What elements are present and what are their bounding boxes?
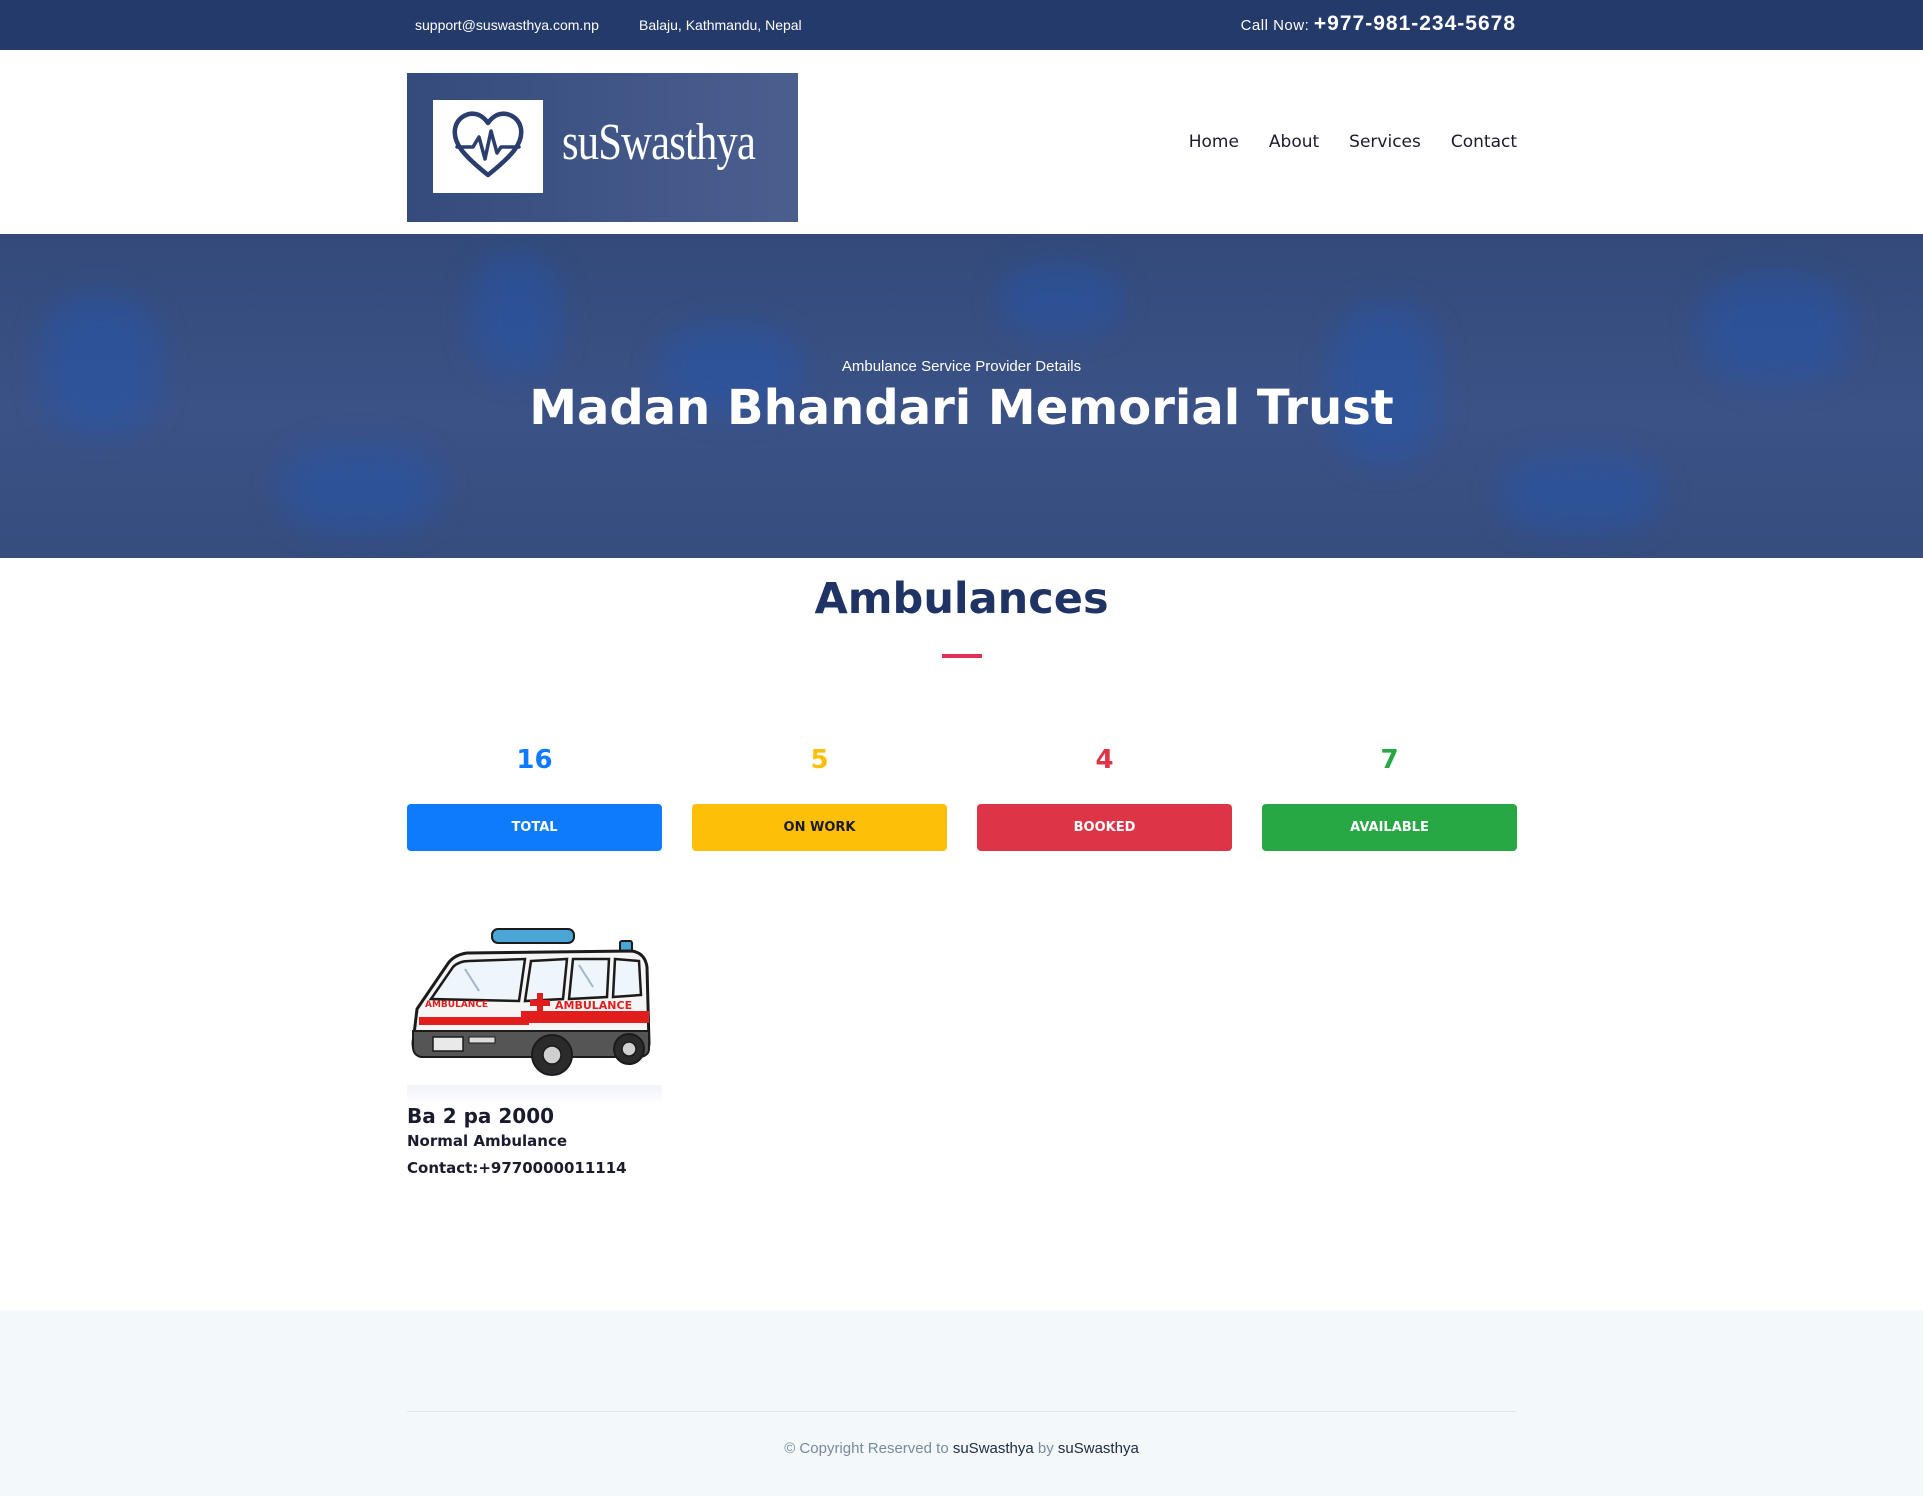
nav-about[interactable]: About — [1269, 132, 1319, 152]
nav-services[interactable]: Services — [1349, 132, 1421, 152]
ambulance-image[interactable]: AMBULANCE AMBULANCE — [407, 925, 662, 1085]
site-footer: © Copyright Reserved to suSwasthya by su… — [0, 1310, 1923, 1496]
hero-title: Madan Bhandari Memorial Trust — [529, 380, 1394, 436]
nav-contact[interactable]: Contact — [1451, 132, 1517, 152]
card-image-shadow — [407, 1085, 662, 1105]
hero-subtitle: Ambulance Service Provider Details — [841, 358, 1082, 375]
nav-home[interactable]: Home — [1189, 132, 1239, 152]
ambulance-card[interactable]: AMBULANCE AMBULANCE Ba 2 pa 2000 Normal … — [407, 925, 662, 1177]
stat-available: 7 AVAILABLE — [1262, 740, 1517, 851]
ambulance-plate[interactable]: Ba 2 pa 2000 — [407, 1104, 554, 1128]
call-now[interactable]: Call Now: +977-981-234-5678 — [1241, 12, 1516, 36]
stat-booked: 4 BOOKED — [977, 740, 1232, 851]
ambulance-icon: AMBULANCE AMBULANCE — [411, 928, 651, 1076]
logo-icon-box — [433, 100, 543, 193]
footer-brand-link-2[interactable]: suSwasthya — [1058, 1440, 1139, 1457]
logo-text: suSwasthya — [562, 114, 756, 171]
top-contact-bar: support@suswasthya.com.np Balaju, Kathma… — [0, 0, 1923, 50]
on-work-button[interactable]: ON WORK — [692, 804, 947, 851]
site-logo[interactable]: suSwasthya — [407, 73, 798, 222]
ambulance-side-text: AMBULANCE — [555, 999, 632, 1012]
stat-available-count: 7 — [1380, 745, 1399, 775]
copyright: © Copyright Reserved to suSwasthya by su… — [0, 1440, 1923, 1457]
copyright-by: by — [1037, 1440, 1054, 1457]
stat-total-count: 16 — [516, 745, 553, 775]
support-email[interactable]: support@suswasthya.com.np — [415, 17, 599, 33]
hero-banner: Ambulance Service Provider Details Madan… — [0, 234, 1923, 558]
stat-on-work: 5 ON WORK — [692, 740, 947, 851]
ambulance-type: Normal Ambulance — [407, 1132, 568, 1150]
stat-total: 16 TOTAL — [407, 740, 662, 851]
section-title: Ambulances — [814, 574, 1109, 624]
site-header: suSwasthya Home About Services Contact — [0, 50, 1923, 234]
footer-brand-link-1[interactable]: suSwasthya — [953, 1440, 1034, 1457]
call-now-phone[interactable]: +977-981-234-5678 — [1314, 12, 1516, 35]
office-address: Balaju, Kathmandu, Nepal — [639, 17, 802, 33]
stat-booked-count: 4 — [1095, 745, 1114, 775]
ambulance-front-text: AMBULANCE — [425, 1000, 488, 1010]
main-nav: Home About Services Contact — [1189, 132, 1517, 152]
available-button[interactable]: AVAILABLE — [1262, 804, 1517, 851]
total-button[interactable]: TOTAL — [407, 804, 662, 851]
call-now-label: Call Now: — [1240, 17, 1310, 34]
footer-divider — [407, 1411, 1516, 1412]
booked-button[interactable]: BOOKED — [977, 804, 1232, 851]
copyright-prefix: © Copyright Reserved to — [784, 1440, 949, 1457]
stat-on-work-count: 5 — [810, 745, 829, 775]
heart-pulse-icon — [452, 111, 524, 178]
ambulance-contact[interactable]: Contact:+9770000011114 — [407, 1159, 627, 1177]
title-divider — [942, 654, 982, 658]
